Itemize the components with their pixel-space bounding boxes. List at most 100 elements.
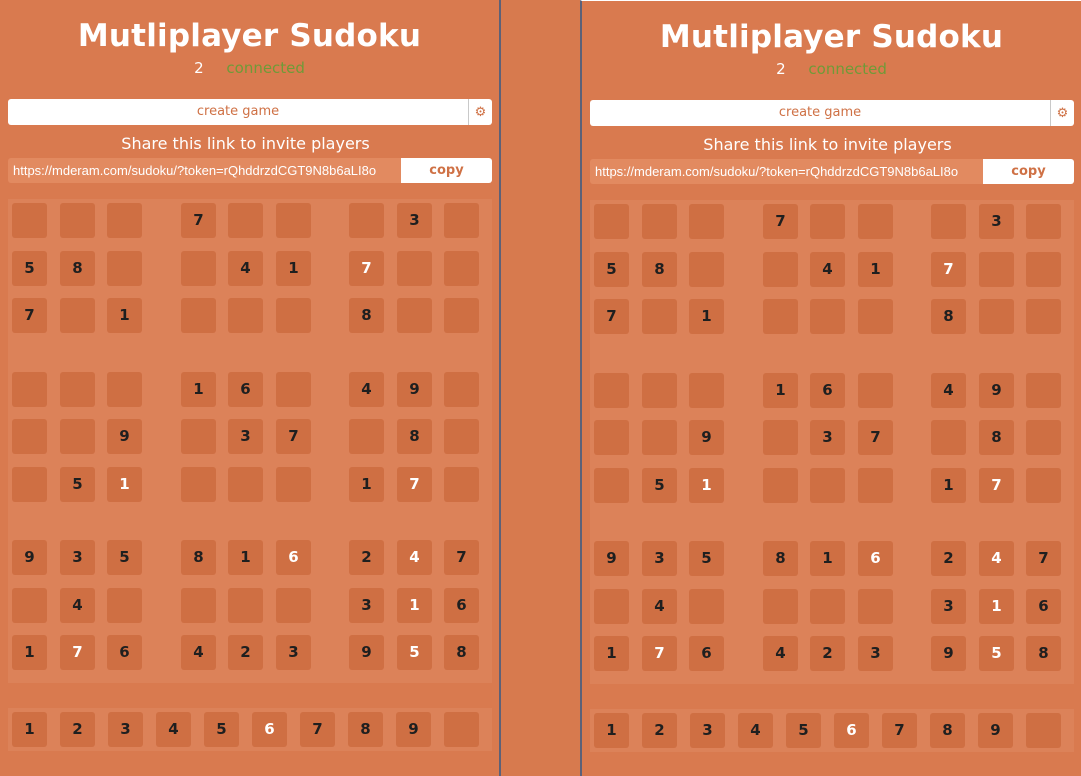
sudoku-cell[interactable]: 8	[763, 541, 798, 576]
sudoku-cell[interactable]: 6	[107, 635, 142, 670]
keypad-number-2[interactable]: 2	[642, 713, 677, 748]
sudoku-cell[interactable]	[594, 468, 629, 503]
sudoku-cell[interactable]	[276, 203, 311, 238]
sudoku-cell[interactable]	[107, 203, 142, 238]
sudoku-cell[interactable]	[810, 204, 845, 239]
sudoku-cell[interactable]: 7	[349, 251, 384, 286]
sudoku-cell[interactable]	[12, 588, 47, 623]
keypad-number-7[interactable]: 7	[300, 712, 335, 747]
sudoku-cell[interactable]	[276, 372, 311, 407]
sudoku-cell[interactable]	[181, 419, 216, 454]
keypad-number-5[interactable]: 5	[786, 713, 821, 748]
sudoku-cell[interactable]: 2	[931, 541, 966, 576]
keypad-number-1[interactable]: 1	[12, 712, 47, 747]
sudoku-cell[interactable]	[642, 204, 677, 239]
copy-button[interactable]: copy	[401, 158, 492, 183]
sudoku-cell[interactable]: 4	[60, 588, 95, 623]
keypad-number-7[interactable]: 7	[882, 713, 917, 748]
sudoku-cell[interactable]: 3	[642, 541, 677, 576]
keypad-number-3[interactable]: 3	[108, 712, 143, 747]
sudoku-cell[interactable]	[181, 251, 216, 286]
sudoku-cell[interactable]	[60, 419, 95, 454]
sudoku-cell[interactable]: 1	[397, 588, 432, 623]
sudoku-cell[interactable]	[12, 372, 47, 407]
sudoku-cell[interactable]	[858, 468, 893, 503]
sudoku-cell[interactable]	[444, 251, 479, 286]
sudoku-cell[interactable]: 8	[931, 299, 966, 334]
sudoku-cell[interactable]	[349, 203, 384, 238]
sudoku-cell[interactable]	[979, 252, 1014, 287]
sudoku-cell[interactable]	[12, 203, 47, 238]
sudoku-cell[interactable]: 1	[12, 635, 47, 670]
sudoku-cell[interactable]	[107, 251, 142, 286]
sudoku-cell[interactable]: 5	[594, 252, 629, 287]
sudoku-cell[interactable]	[810, 589, 845, 624]
sudoku-cell[interactable]	[689, 252, 724, 287]
sudoku-cell[interactable]	[642, 420, 677, 455]
keypad-number-2[interactable]: 2	[60, 712, 95, 747]
sudoku-cell[interactable]: 7	[397, 467, 432, 502]
share-link-field[interactable]: https://mderam.com/sudoku/?token=rQhddrz…	[590, 159, 983, 184]
keypad-number-6[interactable]: 6	[834, 713, 869, 748]
sudoku-cell[interactable]: 3	[979, 204, 1014, 239]
sudoku-cell[interactable]: 7	[979, 468, 1014, 503]
sudoku-cell[interactable]	[60, 203, 95, 238]
sudoku-cell[interactable]: 4	[181, 635, 216, 670]
keypad-number-9[interactable]: 9	[978, 713, 1013, 748]
sudoku-cell[interactable]: 1	[594, 636, 629, 671]
sudoku-cell[interactable]: 7	[931, 252, 966, 287]
sudoku-cell[interactable]: 4	[810, 252, 845, 287]
sudoku-cell[interactable]	[931, 204, 966, 239]
sudoku-cell[interactable]: 1	[349, 467, 384, 502]
sudoku-cell[interactable]: 9	[397, 372, 432, 407]
sudoku-cell[interactable]	[642, 373, 677, 408]
sudoku-cell[interactable]: 6	[228, 372, 263, 407]
sudoku-cell[interactable]: 4	[349, 372, 384, 407]
sudoku-cell[interactable]: 8	[1026, 636, 1061, 671]
sudoku-cell[interactable]	[228, 588, 263, 623]
sudoku-cell[interactable]: 7	[444, 540, 479, 575]
sudoku-cell[interactable]: 8	[444, 635, 479, 670]
sudoku-cell[interactable]: 9	[594, 541, 629, 576]
sudoku-cell[interactable]: 7	[763, 204, 798, 239]
sudoku-cell[interactable]: 9	[979, 373, 1014, 408]
sudoku-cell[interactable]: 8	[979, 420, 1014, 455]
sudoku-cell[interactable]: 1	[107, 298, 142, 333]
sudoku-cell[interactable]: 5	[642, 468, 677, 503]
sudoku-cell[interactable]: 1	[810, 541, 845, 576]
sudoku-cell[interactable]: 2	[810, 636, 845, 671]
sudoku-cell[interactable]	[276, 298, 311, 333]
share-link-field[interactable]: https://mderam.com/sudoku/?token=rQhddrz…	[8, 158, 401, 183]
sudoku-cell[interactable]: 4	[979, 541, 1014, 576]
sudoku-cell[interactable]	[594, 373, 629, 408]
sudoku-cell[interactable]	[276, 467, 311, 502]
sudoku-cell[interactable]	[444, 467, 479, 502]
sudoku-cell[interactable]: 3	[858, 636, 893, 671]
sudoku-cell[interactable]	[763, 299, 798, 334]
sudoku-cell[interactable]	[228, 467, 263, 502]
sudoku-cell[interactable]	[979, 299, 1014, 334]
sudoku-cell[interactable]: 8	[397, 419, 432, 454]
sudoku-cell[interactable]: 7	[276, 419, 311, 454]
keypad-erase-button[interactable]	[1026, 713, 1061, 748]
sudoku-cell[interactable]	[444, 298, 479, 333]
sudoku-cell[interactable]: 5	[12, 251, 47, 286]
sudoku-cell[interactable]: 8	[181, 540, 216, 575]
keypad-number-5[interactable]: 5	[204, 712, 239, 747]
sudoku-cell[interactable]: 3	[810, 420, 845, 455]
sudoku-cell[interactable]	[1026, 204, 1061, 239]
sudoku-cell[interactable]: 3	[349, 588, 384, 623]
sudoku-cell[interactable]	[181, 467, 216, 502]
sudoku-cell[interactable]: 1	[979, 589, 1014, 624]
sudoku-cell[interactable]	[444, 203, 479, 238]
sudoku-cell[interactable]	[228, 203, 263, 238]
keypad-number-8[interactable]: 8	[930, 713, 965, 748]
sudoku-cell[interactable]: 5	[60, 467, 95, 502]
sudoku-cell[interactable]	[60, 372, 95, 407]
settings-button[interactable]: ⚙	[1050, 100, 1074, 126]
sudoku-cell[interactable]: 8	[642, 252, 677, 287]
sudoku-cell[interactable]: 7	[1026, 541, 1061, 576]
sudoku-cell[interactable]	[397, 298, 432, 333]
sudoku-cell[interactable]: 1	[763, 373, 798, 408]
keypad-erase-button[interactable]	[444, 712, 479, 747]
